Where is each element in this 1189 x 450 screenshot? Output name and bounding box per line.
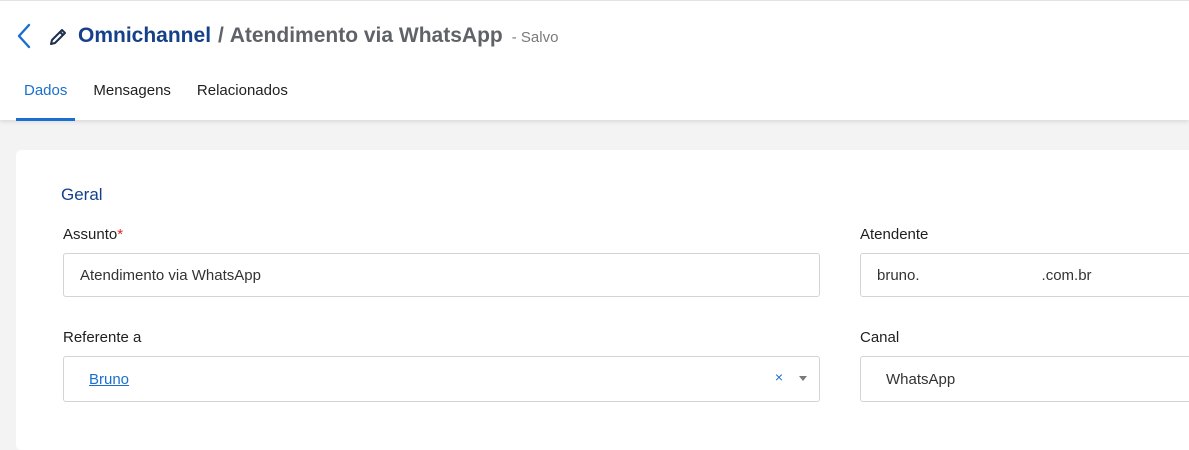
required-mark: * (117, 226, 124, 243)
breadcrumb: Omnichannel / Atendimento via WhatsApp -… (78, 24, 558, 52)
atendente-label: Atendente (860, 226, 929, 243)
close-icon[interactable]: × (775, 369, 783, 385)
tab-dados[interactable]: Dados (16, 71, 76, 121)
caret-down-icon[interactable] (799, 376, 807, 381)
tab-relacionados[interactable]: Relacionados (189, 71, 296, 121)
assunto-label: Assunto* (63, 226, 124, 243)
breadcrumb-root-link[interactable]: Omnichannel (78, 24, 211, 48)
assunto-value: Atendimento via WhatsApp (80, 266, 261, 284)
edit-button[interactable] (47, 26, 69, 48)
redacted-region (919, 267, 1042, 283)
back-button[interactable] (12, 23, 36, 49)
referente-select[interactable]: Bruno × (63, 356, 820, 402)
canal-select[interactable]: WhatsApp (860, 356, 1189, 402)
canal-value: WhatsApp (886, 370, 956, 388)
save-status: - Salvo (511, 29, 559, 46)
section-title-geral: Geral (61, 185, 103, 204)
assunto-input[interactable]: Atendimento via WhatsApp (63, 253, 820, 297)
page-title: Atendimento via WhatsApp (229, 24, 503, 47)
referente-value-link[interactable]: Bruno (89, 371, 129, 388)
atendente-value-suffix: .com.br (1041, 266, 1092, 284)
page-header: Omnichannel / Atendimento via WhatsApp -… (0, 0, 1189, 121)
canal-label: Canal (860, 329, 900, 346)
tab-bar: Dados Mensagens Relacionados (16, 71, 306, 121)
referente-label: Referente a (63, 329, 142, 346)
atendente-value-prefix: bruno. (877, 266, 920, 284)
pencil-icon (50, 29, 66, 45)
tab-mensagens[interactable]: Mensagens (85, 71, 179, 121)
chevron-left-icon (17, 23, 31, 49)
form-card (16, 150, 1189, 450)
atendente-input[interactable]: bruno. .com.br (860, 253, 1189, 297)
